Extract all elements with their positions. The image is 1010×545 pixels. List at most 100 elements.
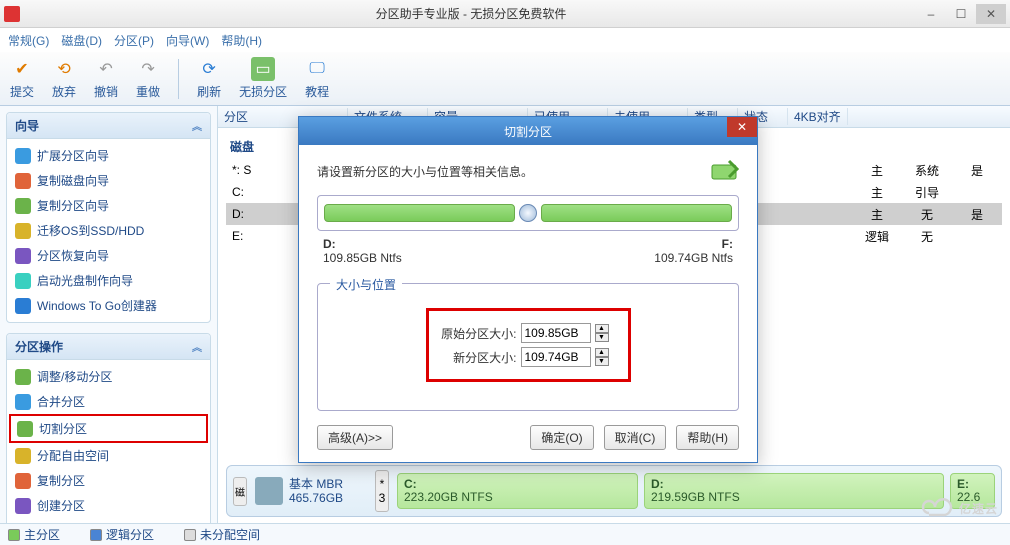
wizard-item-copy-disk[interactable]: 复制磁盘向导 xyxy=(9,168,208,193)
op-merge[interactable]: 合并分区 xyxy=(9,389,208,414)
disk-meta: 基本 MBR 465.76GB xyxy=(289,477,369,505)
help-button[interactable]: 帮助(H) xyxy=(676,425,739,450)
menubar: 常规(G) 磁盘(D) 分区(P) 向导(W) 帮助(H) xyxy=(0,28,1010,52)
redo-icon: ↷ xyxy=(136,57,160,81)
tool-tutorial[interactable]: 🖵教程 xyxy=(305,57,329,100)
tool-undo[interactable]: ↶撤销 xyxy=(94,57,118,100)
split-right-size: 109.74GB Ntfs xyxy=(654,251,733,265)
create-icon xyxy=(15,498,31,514)
ok-button[interactable]: 确定(O) xyxy=(530,425,593,450)
size-fields-highlight: 原始分区大小: ▲▼ 新分区大小: ▲▼ xyxy=(426,308,631,382)
panel-ops-header[interactable]: 分区操作 ︽ xyxy=(7,334,210,360)
bootdisk-icon xyxy=(15,273,31,289)
resize-icon xyxy=(15,369,31,385)
collapse-icon: ︽ xyxy=(192,339,202,354)
extend-icon xyxy=(15,148,31,164)
tool-discard[interactable]: ⟲放弃 xyxy=(52,57,76,100)
op-allocate-free[interactable]: 分配自由空间 xyxy=(9,443,208,468)
toolbar: ✔提交 ⟲放弃 ↶撤销 ↷重做 ⟳刷新 ▭无损分区 🖵教程 xyxy=(0,52,1010,106)
wizard-item-copy-part[interactable]: 复制分区向导 xyxy=(9,193,208,218)
size-position-group: 大小与位置 原始分区大小: ▲▼ 新分区大小: ▲▼ xyxy=(317,283,739,411)
split-handle[interactable] xyxy=(519,204,537,222)
orig-size-spinner[interactable]: ▲▼ xyxy=(595,324,609,342)
copy-disk-icon xyxy=(15,173,31,189)
copy-part-icon xyxy=(15,198,31,214)
tutorial-icon: 🖵 xyxy=(305,57,329,81)
toolbar-separator xyxy=(178,59,179,99)
disk-small-label: 磁 xyxy=(233,477,247,506)
menu-help[interactable]: 帮助(H) xyxy=(221,32,262,49)
partition-hint-icon xyxy=(711,159,739,183)
panel-ops: 分区操作 ︽ 调整/移动分区 合并分区 切割分区 分配自由空间 复制分区 创建分… xyxy=(6,333,211,523)
lossless-icon: ▭ xyxy=(251,57,275,81)
panel-wizard: 向导 ︽ 扩展分区向导 复制磁盘向导 复制分区向导 迁移OS到SSD/HDD 分… xyxy=(6,112,211,323)
dialog-titlebar[interactable]: 切割分区 ✕ xyxy=(299,117,757,145)
new-size-input[interactable] xyxy=(521,347,591,367)
wizard-item-migrate-os[interactable]: 迁移OS到SSD/HDD xyxy=(9,218,208,243)
panel-wizard-header[interactable]: 向导 ︽ xyxy=(7,113,210,139)
split-left-bar xyxy=(324,204,515,222)
col-4kb[interactable]: 4KB对齐 xyxy=(788,108,848,125)
discard-icon: ⟲ xyxy=(52,57,76,81)
allocate-icon xyxy=(15,448,31,464)
sidebar: 向导 ︽ 扩展分区向导 复制磁盘向导 复制分区向导 迁移OS到SSD/HDD 分… xyxy=(0,106,218,523)
dialog-hint: 请设置新分区的大小与位置等相关信息。 xyxy=(317,163,703,180)
op-create[interactable]: 创建分区 xyxy=(9,493,208,518)
minimize-button[interactable]: – xyxy=(916,4,946,24)
tool-redo[interactable]: ↷重做 xyxy=(136,57,160,100)
disk-map: 磁 基本 MBR 465.76GB *3 C:223.20GB NTFS D:2… xyxy=(226,465,1002,517)
tool-commit[interactable]: ✔提交 xyxy=(10,57,34,100)
undo-icon: ↶ xyxy=(94,57,118,81)
collapse-icon: ︽ xyxy=(192,118,202,133)
tool-lossless[interactable]: ▭无损分区 xyxy=(239,57,287,100)
commit-icon: ✔ xyxy=(10,57,34,81)
op-resize-move[interactable]: 调整/移动分区 xyxy=(9,364,208,389)
wizard-item-wintogo[interactable]: Windows To Go创建器 xyxy=(9,293,208,318)
legend-unallocated: 未分配空间 xyxy=(184,526,260,543)
legend-logical: 逻辑分区 xyxy=(90,526,154,543)
op-copy[interactable]: 复制分区 xyxy=(9,468,208,493)
refresh-icon: ⟳ xyxy=(197,57,221,81)
menu-partition[interactable]: 分区(P) xyxy=(114,32,154,49)
merge-icon xyxy=(15,394,31,410)
partition-d[interactable]: D:219.59GB NTFS xyxy=(644,473,944,509)
op-split[interactable]: 切割分区 xyxy=(9,414,208,443)
recover-icon xyxy=(15,248,31,264)
orig-size-input[interactable] xyxy=(521,323,591,343)
group-legend: 大小与位置 xyxy=(330,276,402,293)
legend-primary: 主分区 xyxy=(8,526,60,543)
copy-icon xyxy=(15,473,31,489)
partition-c[interactable]: C:223.20GB NTFS xyxy=(397,473,638,509)
wizard-item-extend[interactable]: 扩展分区向导 xyxy=(9,143,208,168)
split-right-drive: F: xyxy=(722,237,733,251)
new-size-spinner[interactable]: ▲▼ xyxy=(595,348,609,366)
split-slider[interactable] xyxy=(317,195,739,231)
star-count-box: *3 xyxy=(375,470,389,512)
split-left-size: 109.85GB Ntfs xyxy=(323,251,402,265)
cancel-button[interactable]: 取消(C) xyxy=(604,425,667,450)
wizard-item-bootdisk[interactable]: 启动光盘制作向导 xyxy=(9,268,208,293)
dialog-close-button[interactable]: ✕ xyxy=(727,117,757,137)
tool-refresh[interactable]: ⟳刷新 xyxy=(197,57,221,100)
migrate-os-icon xyxy=(15,223,31,239)
watermark: 亿速云 xyxy=(921,497,998,519)
app-icon xyxy=(4,6,20,22)
disk-icon xyxy=(255,477,283,505)
menu-wizard[interactable]: 向导(W) xyxy=(166,32,209,49)
wizard-item-recover[interactable]: 分区恢复向导 xyxy=(9,243,208,268)
split-left-drive: D: xyxy=(323,237,336,251)
menu-disk[interactable]: 磁盘(D) xyxy=(61,32,102,49)
close-button[interactable]: ✕ xyxy=(976,4,1006,24)
maximize-button[interactable]: ☐ xyxy=(946,4,976,24)
menu-general[interactable]: 常规(G) xyxy=(8,32,49,49)
titlebar: 分区助手专业版 - 无损分区免费软件 – ☐ ✕ xyxy=(0,0,1010,28)
split-right-bar xyxy=(541,204,732,222)
split-icon xyxy=(17,421,33,437)
wintogo-icon xyxy=(15,298,31,314)
advanced-button[interactable]: 高级(A)>> xyxy=(317,425,393,450)
orig-size-label: 原始分区大小: xyxy=(439,325,517,342)
app-title: 分区助手专业版 - 无损分区免费软件 xyxy=(26,5,916,22)
new-size-label: 新分区大小: xyxy=(439,349,517,366)
legend-bar: 主分区 逻辑分区 未分配空间 xyxy=(0,523,1010,545)
split-partition-dialog: 切割分区 ✕ 请设置新分区的大小与位置等相关信息。 D: F: 109.85GB… xyxy=(298,116,758,463)
